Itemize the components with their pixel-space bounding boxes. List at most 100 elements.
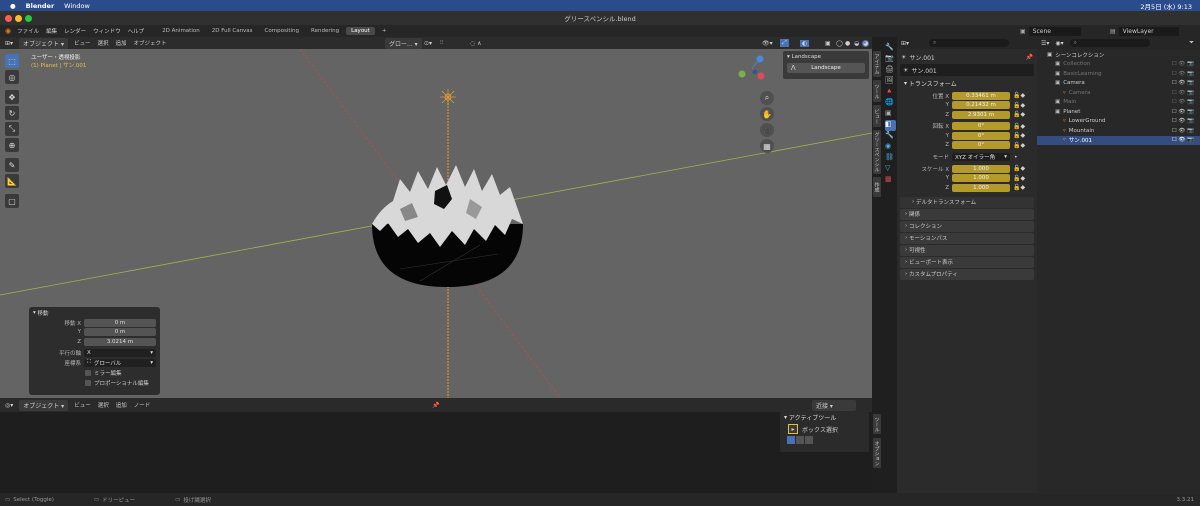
visibility-eye-icon[interactable]: ☐ 👁 📷 — [1172, 118, 1194, 124]
texture-props-icon[interactable]: ▦ — [885, 175, 896, 186]
landscape-panel-header[interactable]: ▾ Landscape — [783, 51, 869, 62]
mirror-checkbox[interactable] — [85, 369, 91, 376]
outliner-item[interactable]: ▿ Camera ☐ 👁 📷 — [1037, 88, 1200, 98]
active-tool-row[interactable]: ▸ ボックス選択 — [780, 423, 869, 435]
camera-view-icon[interactable]: 🎥 — [760, 123, 774, 137]
move-x-field[interactable]: 0 m — [84, 318, 156, 327]
lock-icon[interactable]: 🔓◆ — [1013, 142, 1025, 149]
scale-y-field[interactable]: 1.000 — [952, 174, 1010, 183]
transform-panel-header[interactable]: ▾ トランスフォーム — [900, 78, 1034, 89]
properties-editor-icon[interactable]: ⊞▾ — [901, 40, 909, 47]
outliner-root[interactable]: ▣ シーンコレクション — [1037, 50, 1200, 60]
node-tab-tool[interactable]: ツール — [873, 414, 881, 434]
transform-tool-icon[interactable]: ⊕ — [5, 138, 19, 152]
output-props-icon[interactable]: 🖨 — [885, 65, 896, 76]
scene-props-icon[interactable]: 🔺 — [885, 87, 896, 98]
data-props-icon[interactable]: ▽ — [885, 164, 896, 175]
add-cube-tool-icon[interactable]: ▢ — [5, 194, 19, 208]
move-tool-icon[interactable]: ✥ — [5, 90, 19, 104]
select-extend-icon[interactable] — [796, 436, 804, 444]
object-name-field[interactable]: ☀ サン.001 — [900, 64, 1034, 76]
menu-object[interactable]: オブジェクト — [134, 39, 167, 47]
apple-icon[interactable]: ● — [10, 2, 16, 10]
active-tool-header[interactable]: ▾ アクティブツール — [780, 412, 869, 423]
section-motion-paths[interactable]: › モーションパス — [900, 232, 1034, 244]
menu-edit[interactable]: 編集 — [46, 27, 57, 35]
visibility-eye-icon[interactable]: ☐ 👁 📷 — [1172, 61, 1194, 67]
shading-solid-icon[interactable]: ● — [845, 40, 850, 47]
tab-2d-full-canvas[interactable]: 2D Full Canvas — [207, 27, 258, 35]
lock-icon[interactable]: 🔓◆ — [1013, 165, 1025, 172]
scale-tool-icon[interactable]: ⤡ — [5, 122, 19, 136]
object-props-icon[interactable]: ◧ — [885, 120, 896, 131]
location-z-field[interactable]: 2.9301 m — [952, 110, 1010, 119]
lock-icon[interactable]: 🔓◆ — [1013, 184, 1025, 191]
section-relations[interactable]: › 関係 — [900, 208, 1034, 220]
world-props-icon[interactable]: 🌐 — [885, 98, 896, 109]
node-mode-select[interactable]: オブジェクト ▾ — [19, 399, 69, 411]
annotate-tool-icon[interactable]: ✎ — [5, 158, 19, 172]
visibility-eye-icon[interactable]: ☐ 👁 📷 — [1172, 71, 1194, 77]
section-custom-properties[interactable]: › カスタムプロパティ — [900, 268, 1034, 280]
lock-icon[interactable]: 🔓◆ — [1013, 123, 1025, 130]
shading-material-icon[interactable]: ◒ — [854, 40, 859, 47]
sidebar-tab-item[interactable]: アイテム — [873, 51, 881, 77]
add-workspace-button[interactable]: + — [377, 27, 392, 35]
rotation-y-field[interactable]: 0° — [952, 131, 1010, 140]
keyframe-dot-icon[interactable]: • — [1014, 154, 1018, 161]
scene-name[interactable]: Scene — [1028, 26, 1081, 36]
rotation-x-field[interactable]: 0° — [952, 122, 1010, 131]
lock-icon[interactable]: 🔓◆ — [1013, 102, 1025, 109]
blender-logo-icon[interactable]: ◉ — [5, 27, 11, 35]
delta-transform-header[interactable]: › デルタトランスフォーム — [900, 196, 1034, 208]
tab-layout[interactable]: Layout — [346, 27, 375, 35]
physics-props-icon[interactable]: ◉ — [885, 142, 896, 153]
node-menu-node[interactable]: ノード — [134, 401, 151, 409]
outliner-item[interactable]: ▣ Main ☐ 👁 📷 — [1037, 98, 1200, 108]
constraints-props-icon[interactable]: ⛓ — [885, 153, 896, 164]
measure-tool-icon[interactable]: 📐 — [5, 174, 19, 188]
tab-compositing[interactable]: Compositing — [260, 27, 304, 35]
orient-select[interactable]: ⛶ グローバル ▾ — [84, 358, 156, 367]
close-window-button[interactable] — [5, 14, 12, 22]
section-collections[interactable]: › コレクション — [900, 220, 1034, 232]
pin-icon[interactable]: 📌 — [1026, 54, 1033, 61]
lock-icon[interactable]: 🔓◆ — [1013, 111, 1025, 118]
node-tab-options[interactable]: オプション — [873, 438, 881, 468]
tab-rendering[interactable]: Rendering — [306, 27, 344, 35]
cursor-tool-icon[interactable]: ◎ — [5, 70, 19, 84]
visibility-eye-icon[interactable]: ☐ 👁 📷 — [1172, 99, 1194, 105]
window-menu[interactable]: Window — [64, 2, 90, 10]
visibility-eye-icon[interactable]: ☐ 👁 📷 — [1172, 128, 1194, 134]
menu-view[interactable]: ビュー — [74, 39, 91, 47]
outliner-item[interactable]: ▿ サン.001 ☐ 👁 📷 — [1037, 135, 1200, 145]
outliner-item[interactable]: ▣ BasicLearning ☐ 👁 📷 — [1037, 69, 1200, 79]
perspective-grid-icon[interactable]: ▦ — [760, 139, 774, 153]
sidebar-tab-create[interactable]: 作成 — [873, 177, 881, 197]
node-editor-type-icon[interactable]: ◎▾ — [5, 402, 13, 409]
lock-icon[interactable]: 🔓◆ — [1013, 175, 1025, 182]
outliner-editor-icon[interactable]: ☰▾ — [1041, 40, 1049, 47]
menu-help[interactable]: ヘルプ — [128, 27, 145, 35]
snap-icon[interactable]: ⫶⫶ — [440, 39, 443, 47]
app-menu[interactable]: Blender — [26, 2, 55, 10]
outliner-item[interactable]: ▣ Camera ☐ 👁 📷 — [1037, 79, 1200, 89]
visibility-eye-icon[interactable]: ☐ 👁 📷 — [1172, 109, 1194, 115]
tool-props-icon[interactable]: 🔧 — [885, 43, 896, 54]
zoom-icon[interactable]: ⌕ — [760, 91, 774, 105]
sidebar-tab-tool[interactable]: ツール — [873, 80, 881, 102]
menu-window[interactable]: ウィンドウ — [93, 27, 121, 35]
outliner-search[interactable]: ⌕ — [1069, 39, 1150, 47]
view-layer-selector[interactable]: ▤ ViewLayer — [1110, 26, 1179, 36]
outliner-item[interactable]: ▣ Collection ☐ 👁 📷 — [1037, 60, 1200, 70]
select-subtract-icon[interactable] — [805, 436, 813, 444]
view-layer-name[interactable]: ViewLayer — [1118, 26, 1179, 36]
pivot-icon[interactable]: ⊙▾ — [424, 40, 432, 47]
proportional-checkbox[interactable] — [85, 379, 91, 386]
lock-icon[interactable]: 🔓◆ — [1013, 92, 1025, 99]
select-box-tool-icon[interactable]: ⬚ — [5, 54, 19, 68]
location-x-field[interactable]: 0.33461 m — [952, 91, 1010, 100]
gizmo-toggle-icon[interactable]: ⤢ — [780, 39, 789, 47]
move-z-field[interactable]: 3.0214 m — [84, 337, 156, 346]
proportional-icon[interactable]: ◌ ∧ — [470, 40, 482, 47]
